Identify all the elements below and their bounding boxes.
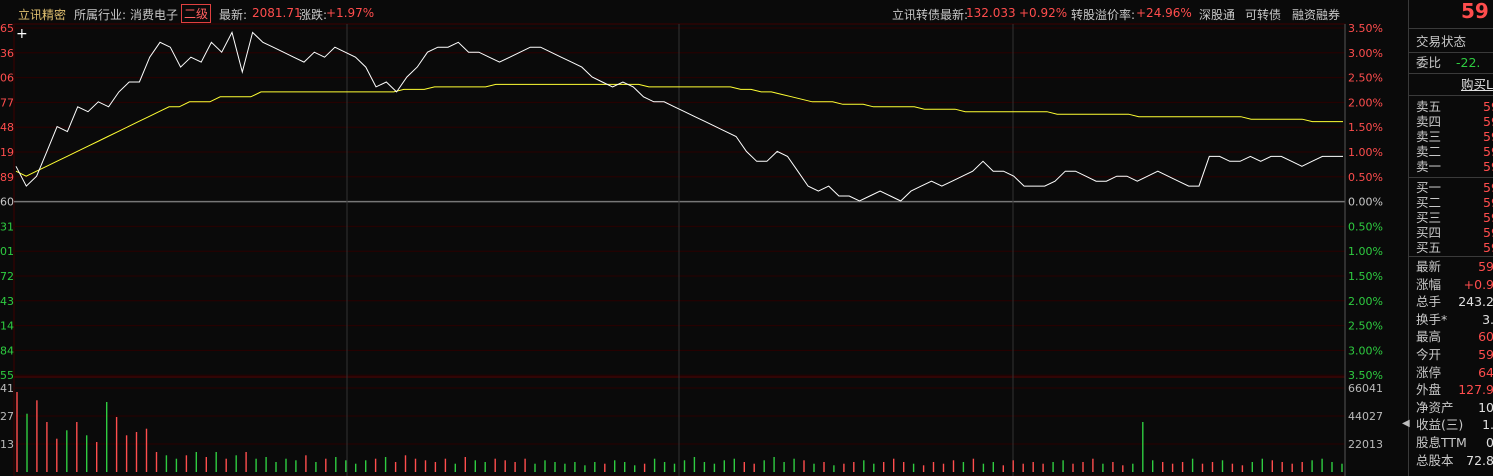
volume-right-tick-label: 66041 [1348,382,1383,395]
right-axis-tick-label: 3.00% [1348,344,1383,357]
stat-label: 换手* [1416,311,1448,327]
stat-label: 股息TTM [1416,435,1467,450]
stat-value: 243.2 [1458,294,1493,310]
right-axis-tick-label: 1.00% [1348,146,1383,159]
intraday-chart-window: 立讯精密 所属行业: 消费电子 二级 最新: 2081.71 涨跌: +1.97… [0,0,1493,476]
left-axis-tick-label: 55 [0,369,14,382]
stat-label: 总手 [1416,294,1442,310]
stat-value: 127.9 [1458,382,1493,398]
left-axis-tick-label: 60 [0,196,14,209]
stat-value: 0 [1486,435,1493,450]
bid-level-price[interactable]: 59 [1483,181,1493,195]
ask-level-label: 卖三 [1416,129,1442,144]
bid-level-label: 买四 [1416,225,1442,240]
left-axis-tick-label: 48 [0,121,14,134]
left-axis-tick-label: 01 [0,245,14,258]
ask-level-price[interactable]: 59 [1483,145,1493,159]
right-axis-tick-label: 1.50% [1348,270,1383,283]
bid-level-price[interactable]: 59 [1483,241,1493,255]
stat-label: 外盘 [1416,382,1442,398]
divider [1409,52,1493,53]
bid-level-label: 买一 [1416,180,1442,195]
volume-left-tick-label: 27 [0,410,14,423]
right-axis-tick-label: 1.50% [1348,121,1383,134]
ratio-label: 委比 [1416,55,1442,70]
left-axis-tick-label: 77 [0,96,14,109]
left-axis-tick-label: 84 [0,344,14,357]
stat-label: 收益(三) [1416,417,1464,433]
left-axis-tick-label: 31 [0,220,14,233]
quote-sidebar: 59 交易状态 委比 -22. 购买L 卖五 59 卖四 59 卖三 59 卖二 59 卖一 59… [1408,0,1493,476]
stat-value: 10 [1478,399,1493,415]
divider [1409,177,1493,178]
right-axis-tick-label: 3.50% [1348,22,1383,35]
volume-left-tick-label: 13 [0,438,14,451]
stat-value: 64 [1478,364,1493,380]
stat-value: 3. [1482,311,1493,327]
right-axis-tick-label: 0.50% [1348,220,1383,233]
crosshair-cursor-icon[interactable]: + [16,26,28,42]
buy-button[interactable]: 购买L [1461,78,1493,92]
stat-label: 总股本 [1416,452,1454,468]
bid-level-label: 买二 [1416,195,1442,210]
divider [1409,28,1493,29]
right-axis-tick-label: 2.00% [1348,96,1383,109]
left-axis-tick-label: 43 [0,295,14,308]
stat-value: +0.9 [1463,276,1493,292]
ask-level-label: 卖四 [1416,114,1442,129]
divider [1409,73,1493,74]
right-axis-tick-label: 1.00% [1348,245,1383,258]
stat-label: 最高 [1416,329,1442,345]
ratio-value: -22. [1456,55,1481,70]
ask-level-price[interactable]: 59 [1483,130,1493,144]
bid-level-label: 买三 [1416,210,1442,225]
right-axis-tick-label: 3.50% [1348,369,1383,382]
stat-value: 59 [1478,259,1493,274]
right-axis-tick-label: 2.50% [1348,72,1383,85]
ask-level-label: 卖五 [1416,99,1442,114]
trade-status-label: 交易状态 [1416,34,1467,49]
divider [1409,95,1493,96]
bid-level-price[interactable]: 59 [1483,196,1493,210]
volume-right-tick-label: 22013 [1348,438,1383,451]
price-chart[interactable]: 65 36 06 77 48 19 89 60 31 01 72 43 14 84 55 3.50% 3.00%… [0,0,1405,476]
stat-value: 60 [1478,329,1493,345]
right-axis-tick-label: 0.00% [1348,196,1383,209]
stat-value: 72.8 [1466,452,1493,468]
stat-label: 涨幅 [1416,276,1442,292]
ask-level-price[interactable]: 59 [1483,160,1493,174]
current-price-large: 59 [1461,0,1489,23]
stat-value: 59 [1478,347,1493,362]
stat-label: 今开 [1416,347,1442,362]
left-axis-tick-label: 72 [0,270,14,283]
left-axis-tick-label: 19 [0,146,14,159]
left-axis-tick-label: 36 [0,47,14,60]
ask-level-price[interactable]: 59 [1483,100,1493,114]
left-axis-tick-label: 89 [0,171,14,184]
bid-level-price[interactable]: 59 [1483,211,1493,225]
stat-label: 最新 [1416,259,1442,274]
right-axis-tick-label: 2.00% [1348,295,1383,308]
left-axis-tick-label: 65 [0,22,14,35]
right-axis-tick-label: 0.50% [1348,171,1383,184]
left-axis-tick-label: 06 [0,72,14,85]
bid-level-label: 买五 [1416,240,1442,255]
bid-level-price[interactable]: 59 [1483,226,1493,240]
collapse-arrow-icon[interactable]: ◀ [1402,418,1410,429]
volume-left-tick-label: 41 [0,382,14,395]
ask-level-label: 卖二 [1416,144,1442,159]
left-axis-tick-label: 14 [0,320,14,333]
ask-level-price[interactable]: 59 [1483,115,1493,129]
ask-level-label: 卖一 [1416,159,1442,174]
stat-value: 1. [1482,417,1493,433]
stat-label: 净资产 [1416,399,1454,415]
stat-label: 涨停 [1416,364,1442,380]
divider [1409,256,1493,257]
right-axis-tick-label: 3.00% [1348,47,1383,60]
right-axis-tick-label: 2.50% [1348,320,1383,333]
volume-right-tick-label: 44027 [1348,410,1383,423]
